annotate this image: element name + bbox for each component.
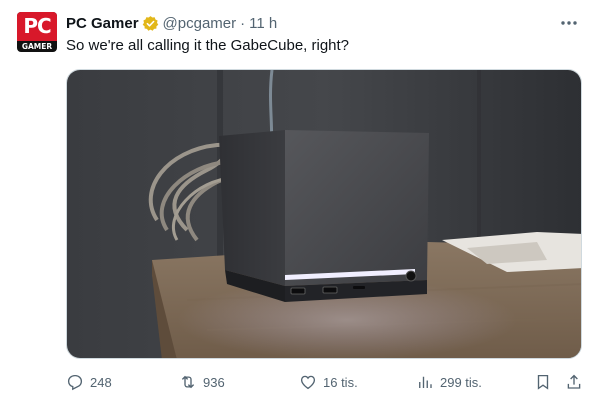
reply-count: 248 [90, 374, 112, 390]
tweet-media-photo[interactable] [66, 69, 582, 359]
avatar[interactable]: PC GAMER [17, 12, 57, 52]
share-icon [567, 374, 581, 389]
share-button[interactable] [565, 372, 589, 392]
photo-illustration [67, 70, 581, 358]
bookmark-icon [537, 374, 549, 390]
author-handle[interactable]: @pcgamer [163, 15, 237, 32]
repost-button[interactable]: 936 [179, 372, 225, 392]
tweet-card[interactable]: PC GAMER PC Gamer @pcgamer · 11 h So we'… [0, 0, 599, 402]
tweet-text: So we're all calling it the GabeCube, ri… [66, 37, 350, 54]
bookmark-button[interactable] [534, 372, 558, 392]
like-button[interactable]: 16 tis. [299, 372, 358, 392]
repost-count: 936 [203, 374, 225, 390]
tweet-header: PC Gamer @pcgamer · 11 h [66, 13, 277, 33]
tweet-timestamp[interactable]: 11 h [249, 15, 277, 32]
repost-icon [181, 375, 195, 389]
reply-button[interactable]: 248 [66, 372, 112, 392]
author-name[interactable]: PC Gamer [66, 15, 139, 32]
views-count: 299 tis. [440, 374, 482, 390]
heart-icon [300, 375, 316, 390]
more-options-icon[interactable] [559, 14, 579, 32]
verified-badge-icon[interactable] [142, 15, 159, 32]
header-separator: · [240, 14, 246, 32]
like-count: 16 tis. [323, 374, 358, 390]
avatar-logo-bottom: GAMER [21, 42, 53, 51]
analytics-icon [419, 376, 432, 388]
avatar-logo-top: PC [17, 12, 57, 41]
views-button[interactable]: 299 tis. [416, 372, 482, 392]
reply-icon [67, 374, 83, 391]
tweet-actions: 248 936 16 tis. 299 tis. [66, 372, 586, 392]
